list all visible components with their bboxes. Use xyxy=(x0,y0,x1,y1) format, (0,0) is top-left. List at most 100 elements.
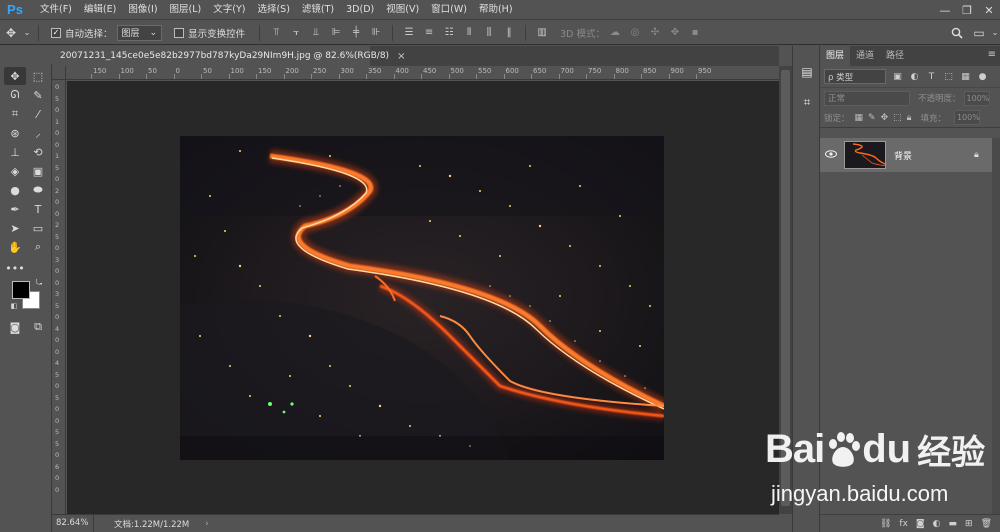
history-panel-icon[interactable]: ▤ xyxy=(797,62,817,82)
restore-button[interactable]: ❐ xyxy=(956,0,978,20)
adjustment-filter-icon[interactable]: ◐ xyxy=(909,72,920,82)
dodge-tool-icon[interactable]: ⬬ xyxy=(27,181,49,199)
chevron-down-icon[interactable]: ⌄ xyxy=(990,22,1000,44)
menu-edit[interactable]: 编辑(E) xyxy=(78,0,122,20)
3d-scale-icon[interactable]: ▪ xyxy=(687,25,703,41)
distribute-vcenter-icon[interactable]: ≡ xyxy=(421,25,437,41)
smart-object-filter-icon[interactable]: ▦ xyxy=(960,72,971,82)
fill-input[interactable]: 100% xyxy=(953,110,980,125)
menu-view[interactable]: 视图(V) xyxy=(380,0,425,20)
chevron-down-icon[interactable]: ⌄ xyxy=(22,22,32,44)
distribute-right-icon[interactable]: ‖ xyxy=(501,25,517,41)
move-tool-preset-icon[interactable]: ✥ xyxy=(0,22,22,44)
lock-artboard-icon[interactable]: ⬚ xyxy=(893,113,902,123)
crop-tool-icon[interactable]: ⌗ xyxy=(4,105,26,123)
eyedropper-tool-icon[interactable]: ⁄ xyxy=(27,105,49,123)
3d-slide-icon[interactable]: ✥ xyxy=(667,25,683,41)
status-menu-arrow[interactable]: › xyxy=(205,519,208,529)
healing-brush-tool-icon[interactable]: ⊛ xyxy=(4,124,26,142)
shape-filter-icon[interactable]: ⬚ xyxy=(943,72,954,82)
zoom-tool-icon[interactable]: ⌕ xyxy=(27,238,49,256)
visibility-eye-icon[interactable] xyxy=(820,149,842,161)
layer-filter-dropdown[interactable]: ρ 类型 xyxy=(824,69,886,84)
lasso-tool-icon[interactable]: ᘏ xyxy=(4,86,26,104)
close-icon[interactable]: × xyxy=(397,51,405,62)
menu-image[interactable]: 图像(I) xyxy=(122,0,163,20)
auto-select-dropdown[interactable]: 图层 ⌄ xyxy=(116,24,163,41)
lock-transparent-icon[interactable]: ▦ xyxy=(855,113,864,123)
foreground-color-swatch[interactable] xyxy=(12,281,30,299)
menu-type[interactable]: 文字(Y) xyxy=(207,0,251,20)
distribute-left-icon[interactable]: ⦀ xyxy=(461,25,477,41)
panel-menu-icon[interactable]: ≡ xyxy=(988,49,996,60)
distribute-hcenter-icon[interactable]: ⫼ xyxy=(481,25,497,41)
menu-select[interactable]: 选择(S) xyxy=(251,0,295,20)
ruler-label: 5 xyxy=(55,232,60,241)
ruler-label: 450 xyxy=(423,67,437,75)
align-top-icon[interactable]: ⫪ xyxy=(268,25,284,41)
tab-layers[interactable]: 图层 xyxy=(820,46,851,66)
night-highway-photo[interactable] xyxy=(180,136,664,460)
default-colors-icon[interactable]: ◧ xyxy=(9,301,19,311)
menu-3d[interactable]: 3D(D) xyxy=(340,0,380,20)
distribute-bottom-icon[interactable]: ☷ xyxy=(441,25,457,41)
zoom-level[interactable]: 82.64% xyxy=(52,514,94,532)
swap-colors-icon[interactable]: ⤿ xyxy=(33,278,45,288)
close-button[interactable]: ✕ xyxy=(978,0,1000,20)
align-right-icon[interactable]: ⊪ xyxy=(368,25,384,41)
lock-position-icon[interactable]: ✥ xyxy=(881,113,889,123)
marquee-tool-icon[interactable]: ⬚ xyxy=(27,67,49,85)
more-tools-icon[interactable]: ••• xyxy=(4,259,26,277)
gradient-tool-icon[interactable]: ▣ xyxy=(27,162,49,180)
rectangle-tool-icon[interactable]: ▭ xyxy=(27,219,49,237)
ruler-label: 0 xyxy=(55,382,60,390)
menu-help[interactable]: 帮助(H) xyxy=(473,0,519,20)
type-filter-icon[interactable]: T xyxy=(926,72,937,82)
type-tool-icon[interactable]: T xyxy=(27,200,49,218)
minimize-button[interactable]: — xyxy=(934,0,956,20)
align-hcenter-icon[interactable]: ╪ xyxy=(348,25,364,41)
layer-row[interactable]: 背景 🔒︎ xyxy=(820,138,992,172)
filter-toggle-icon[interactable]: ● xyxy=(977,72,988,82)
search-icon[interactable] xyxy=(946,22,968,44)
document-tab-bar: 20071231_145ce0e5e82b2977bd787kyDa29NIm9… xyxy=(52,46,779,66)
quick-mask-icon[interactable]: ◙ xyxy=(4,318,26,336)
crop-panel-icon[interactable]: ⌗ xyxy=(797,92,817,112)
tab-channels[interactable]: 通道 xyxy=(850,46,880,66)
blur-tool-icon[interactable]: ● xyxy=(4,181,26,199)
align-bottom-icon[interactable]: ⫫ xyxy=(308,25,324,41)
screen-mode-icon[interactable]: ⧉ xyxy=(27,318,49,336)
brush-tool-icon[interactable]: ⸝ xyxy=(27,124,49,142)
pen-tool-icon[interactable]: ✒ xyxy=(4,200,26,218)
path-select-tool-icon[interactable]: ➤ xyxy=(4,219,26,237)
3d-orbit-icon[interactable]: ☁ xyxy=(607,25,623,41)
menu-window[interactable]: 窗口(W) xyxy=(425,0,473,20)
3d-drag-icon[interactable]: ✣ xyxy=(647,25,663,41)
distribute-top-icon[interactable]: ☰ xyxy=(401,25,417,41)
menu-file[interactable]: 文件(F) xyxy=(34,0,78,20)
align-vcenter-icon[interactable]: ⫟ xyxy=(288,25,304,41)
tab-paths[interactable]: 路径 xyxy=(880,46,910,66)
3d-roll-icon[interactable]: ◎ xyxy=(627,25,643,41)
clone-stamp-tool-icon[interactable]: ⊥ xyxy=(4,143,26,161)
menu-filter[interactable]: 滤镜(T) xyxy=(296,0,340,20)
opacity-input[interactable]: 100% xyxy=(963,90,990,106)
history-brush-tool-icon[interactable]: ⟲ xyxy=(27,143,49,161)
blend-mode-dropdown[interactable]: 正常 xyxy=(824,90,910,106)
move-tool-icon[interactable]: ✥ xyxy=(4,67,26,85)
auto-select-checkbox[interactable]: ✓ xyxy=(51,27,61,38)
pixel-filter-icon[interactable]: ▣ xyxy=(892,72,903,82)
menu-layer[interactable]: 图层(L) xyxy=(164,0,208,20)
workspace-icon[interactable]: ▭ xyxy=(968,22,990,44)
hand-tool-icon[interactable]: ✋ xyxy=(4,238,26,256)
layer-name[interactable]: 背景 xyxy=(894,149,974,162)
auto-align-icon[interactable]: ▥ xyxy=(534,25,550,41)
opacity-label: 不透明度： xyxy=(918,94,961,104)
lock-image-icon[interactable]: ✎ xyxy=(868,113,876,123)
lock-all-icon[interactable]: 🔒︎ xyxy=(907,113,912,123)
align-left-icon[interactable]: ⊫ xyxy=(328,25,344,41)
quick-select-tool-icon[interactable]: ✎ xyxy=(27,86,49,104)
eraser-tool-icon[interactable]: ◈ xyxy=(4,162,26,180)
document-tab[interactable]: 20071231_145ce0e5e82b2977bd787kyDa29NIm9… xyxy=(52,46,405,66)
show-transform-checkbox[interactable] xyxy=(174,27,185,38)
